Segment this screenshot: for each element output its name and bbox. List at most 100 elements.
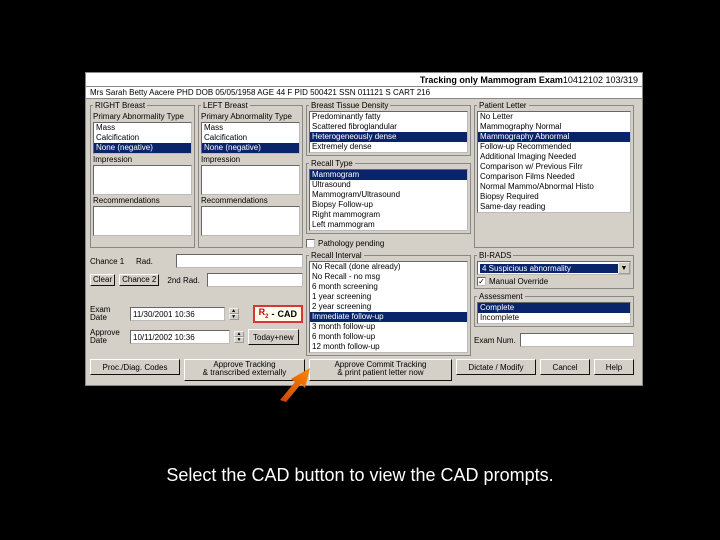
cad-label: CAD <box>278 309 298 319</box>
list-item[interactable]: 1 year screening <box>310 292 467 302</box>
approve-date-label: Approve Date <box>90 329 126 345</box>
second-rad-field[interactable] <box>207 273 303 287</box>
chevron-down-icon[interactable]: ▼ <box>234 337 244 343</box>
manual-override-check[interactable]: ✓ Manual Override <box>477 277 631 286</box>
birads-select[interactable]: 4 Suspicious abnormality ▼ <box>477 261 631 275</box>
list-item[interactable]: 6 month screening <box>310 282 467 292</box>
left-primary-label: Primary Abnormality Type <box>201 112 300 121</box>
list-item[interactable]: 6 month follow-up <box>310 332 467 342</box>
chevron-down-icon[interactable]: ▼ <box>618 262 630 274</box>
list-item[interactable]: Mammogram/Ultrasound <box>310 190 467 200</box>
list-item[interactable]: Biopsy Follow-up <box>310 200 467 210</box>
window-title: Tracking only Mammogram Exam <box>420 75 563 85</box>
exam-num-field[interactable] <box>520 333 634 347</box>
density-list[interactable]: Predominantly fatty Scattered fibrogland… <box>309 111 468 153</box>
right-recs-box[interactable] <box>93 206 192 236</box>
r2-logo-icon: R2 <box>259 307 269 320</box>
list-item[interactable]: Mass <box>94 123 191 133</box>
left-recs-box[interactable] <box>201 206 300 236</box>
list-item[interactable]: Biopsy Required <box>478 192 630 202</box>
rad-field[interactable] <box>176 254 303 268</box>
clear-button[interactable]: Clear <box>90 274 115 286</box>
help-button[interactable]: Help <box>594 359 634 375</box>
list-item[interactable]: Extremely dense <box>310 142 467 152</box>
second-rad-label: 2nd Rad. <box>167 276 203 285</box>
list-item[interactable]: No Recall (done already) <box>310 262 467 272</box>
recall-type-legend: Recall Type <box>309 159 355 168</box>
right-impression-box[interactable] <box>93 165 192 195</box>
recall-type-list[interactable]: Mammogram Ultrasound Mammogram/Ultrasoun… <box>309 169 468 231</box>
density-legend: Breast Tissue Density <box>309 101 390 110</box>
patient-letter-list[interactable]: No Letter Mammography Normal Mammography… <box>477 111 631 213</box>
proc-codes-button[interactable]: Proc./Diag. Codes <box>90 359 180 375</box>
left-breast-legend: LEFT Breast <box>201 101 250 110</box>
left-impression-label: Impression <box>201 155 300 164</box>
list-item[interactable]: Immediate follow-up <box>310 312 467 322</box>
birads-group: BI-RADS 4 Suspicious abnormality ▼ ✓ Man… <box>474 251 634 289</box>
title-numbers: 10412102 103/319 <box>563 75 638 85</box>
list-item[interactable]: Mammography Abnormal <box>478 132 630 142</box>
list-item[interactable]: Complete <box>478 303 630 313</box>
patient-letter-group: Patient Letter No Letter Mammography Nor… <box>474 101 634 248</box>
list-item[interactable]: Left mammogram <box>310 220 467 230</box>
birads-value: 4 Suspicious abnormality <box>480 264 618 273</box>
patient-letter-legend: Patient Letter <box>477 101 529 110</box>
chevron-down-icon[interactable]: ▼ <box>229 314 239 320</box>
assessment-list[interactable]: Complete Incomplete <box>477 302 631 324</box>
list-item[interactable]: None (negative) <box>94 143 191 153</box>
recall-interval-group: Recall Interval No Recall (done already)… <box>306 251 471 356</box>
list-item[interactable]: Follow-up Recommended <box>478 142 630 152</box>
right-primary-label: Primary Abnormality Type <box>93 112 192 121</box>
list-item[interactable]: Predominantly fatty <box>310 112 467 122</box>
left-primary-list[interactable]: Mass Calcification None (negative) <box>201 122 300 154</box>
right-recs-label: Recommendations <box>93 196 192 205</box>
list-item[interactable]: No Letter <box>478 112 630 122</box>
approve-commit-button[interactable]: Approve Commit Tracking & print patient … <box>309 359 452 381</box>
chance1-label: Chance 1 <box>90 257 132 266</box>
chance2-button[interactable]: Chance 2 <box>119 274 159 286</box>
dictate-button[interactable]: Dictate / Modify <box>456 359 536 375</box>
list-item[interactable]: Calcification <box>202 133 299 143</box>
approve-date-spinner[interactable]: ▲ ▼ <box>234 331 244 343</box>
list-item[interactable]: Incomplete <box>478 313 630 323</box>
list-item[interactable]: Right mammogram <box>310 210 467 220</box>
today-new-button[interactable]: Today+new <box>248 329 299 345</box>
patient-infobar: Mrs Sarah Betty Aacere PHD DOB 05/05/195… <box>86 87 642 99</box>
left-impression-box[interactable] <box>201 165 300 195</box>
list-item[interactable]: None (negative) <box>202 143 299 153</box>
list-item[interactable]: Normal Mammo/Abnormal Histo <box>478 182 630 192</box>
list-item[interactable]: Ultrasound <box>310 180 467 190</box>
recall-interval-list[interactable]: No Recall (done already) No Recall - no … <box>309 261 468 353</box>
list-item[interactable]: Same-day reading <box>478 202 630 212</box>
list-item[interactable]: Heterogeneously dense <box>310 132 467 142</box>
checkbox-icon: ✓ <box>477 277 486 286</box>
list-item[interactable]: Comparison w/ Previous Filrr <box>478 162 630 172</box>
list-item[interactable]: No Recall - no msg <box>310 272 467 282</box>
right-primary-list[interactable]: Mass Calcification None (negative) <box>93 122 192 154</box>
pathology-pending-label: Pathology pending <box>318 239 384 248</box>
cancel-button[interactable]: Cancel <box>540 359 590 375</box>
list-item[interactable]: 2 year screening <box>310 302 467 312</box>
exam-date-spinner[interactable]: ▲ ▼ <box>229 308 239 320</box>
exam-date-field[interactable]: 11/30/2001 10:36 <box>130 307 225 321</box>
list-item[interactable]: Mammography Normal <box>478 122 630 132</box>
list-item[interactable]: 3 month follow-up <box>310 322 467 332</box>
right-breast-group: RIGHT Breast Primary Abnormality Type Ma… <box>90 101 195 248</box>
list-item[interactable]: Mammogram <box>310 170 467 180</box>
approve-date-field[interactable]: 10/11/2002 10:36 <box>130 330 230 344</box>
list-item[interactable]: Mass <box>202 123 299 133</box>
list-item[interactable]: 12 month follow-up <box>310 342 467 352</box>
cad-button[interactable]: R2 - CAD <box>253 305 303 323</box>
right-breast-legend: RIGHT Breast <box>93 101 147 110</box>
list-item[interactable]: Comparison Films Needed <box>478 172 630 182</box>
manual-override-label: Manual Override <box>489 277 548 286</box>
exam-date-label: Exam Date <box>90 306 126 322</box>
approve-tracking-button[interactable]: Approve Tracking & transcribed externall… <box>184 359 305 381</box>
recall-interval-legend: Recall Interval <box>309 251 364 260</box>
list-item[interactable]: Additional Imaging Needed <box>478 152 630 162</box>
list-item[interactable]: Scattered fibroglandular <box>310 122 467 132</box>
titlebar: Tracking only Mammogram Exam 10412102 10… <box>86 73 642 87</box>
right-impression-label: Impression <box>93 155 192 164</box>
pathology-pending-check[interactable]: Pathology pending <box>306 239 471 248</box>
list-item[interactable]: Calcification <box>94 133 191 143</box>
